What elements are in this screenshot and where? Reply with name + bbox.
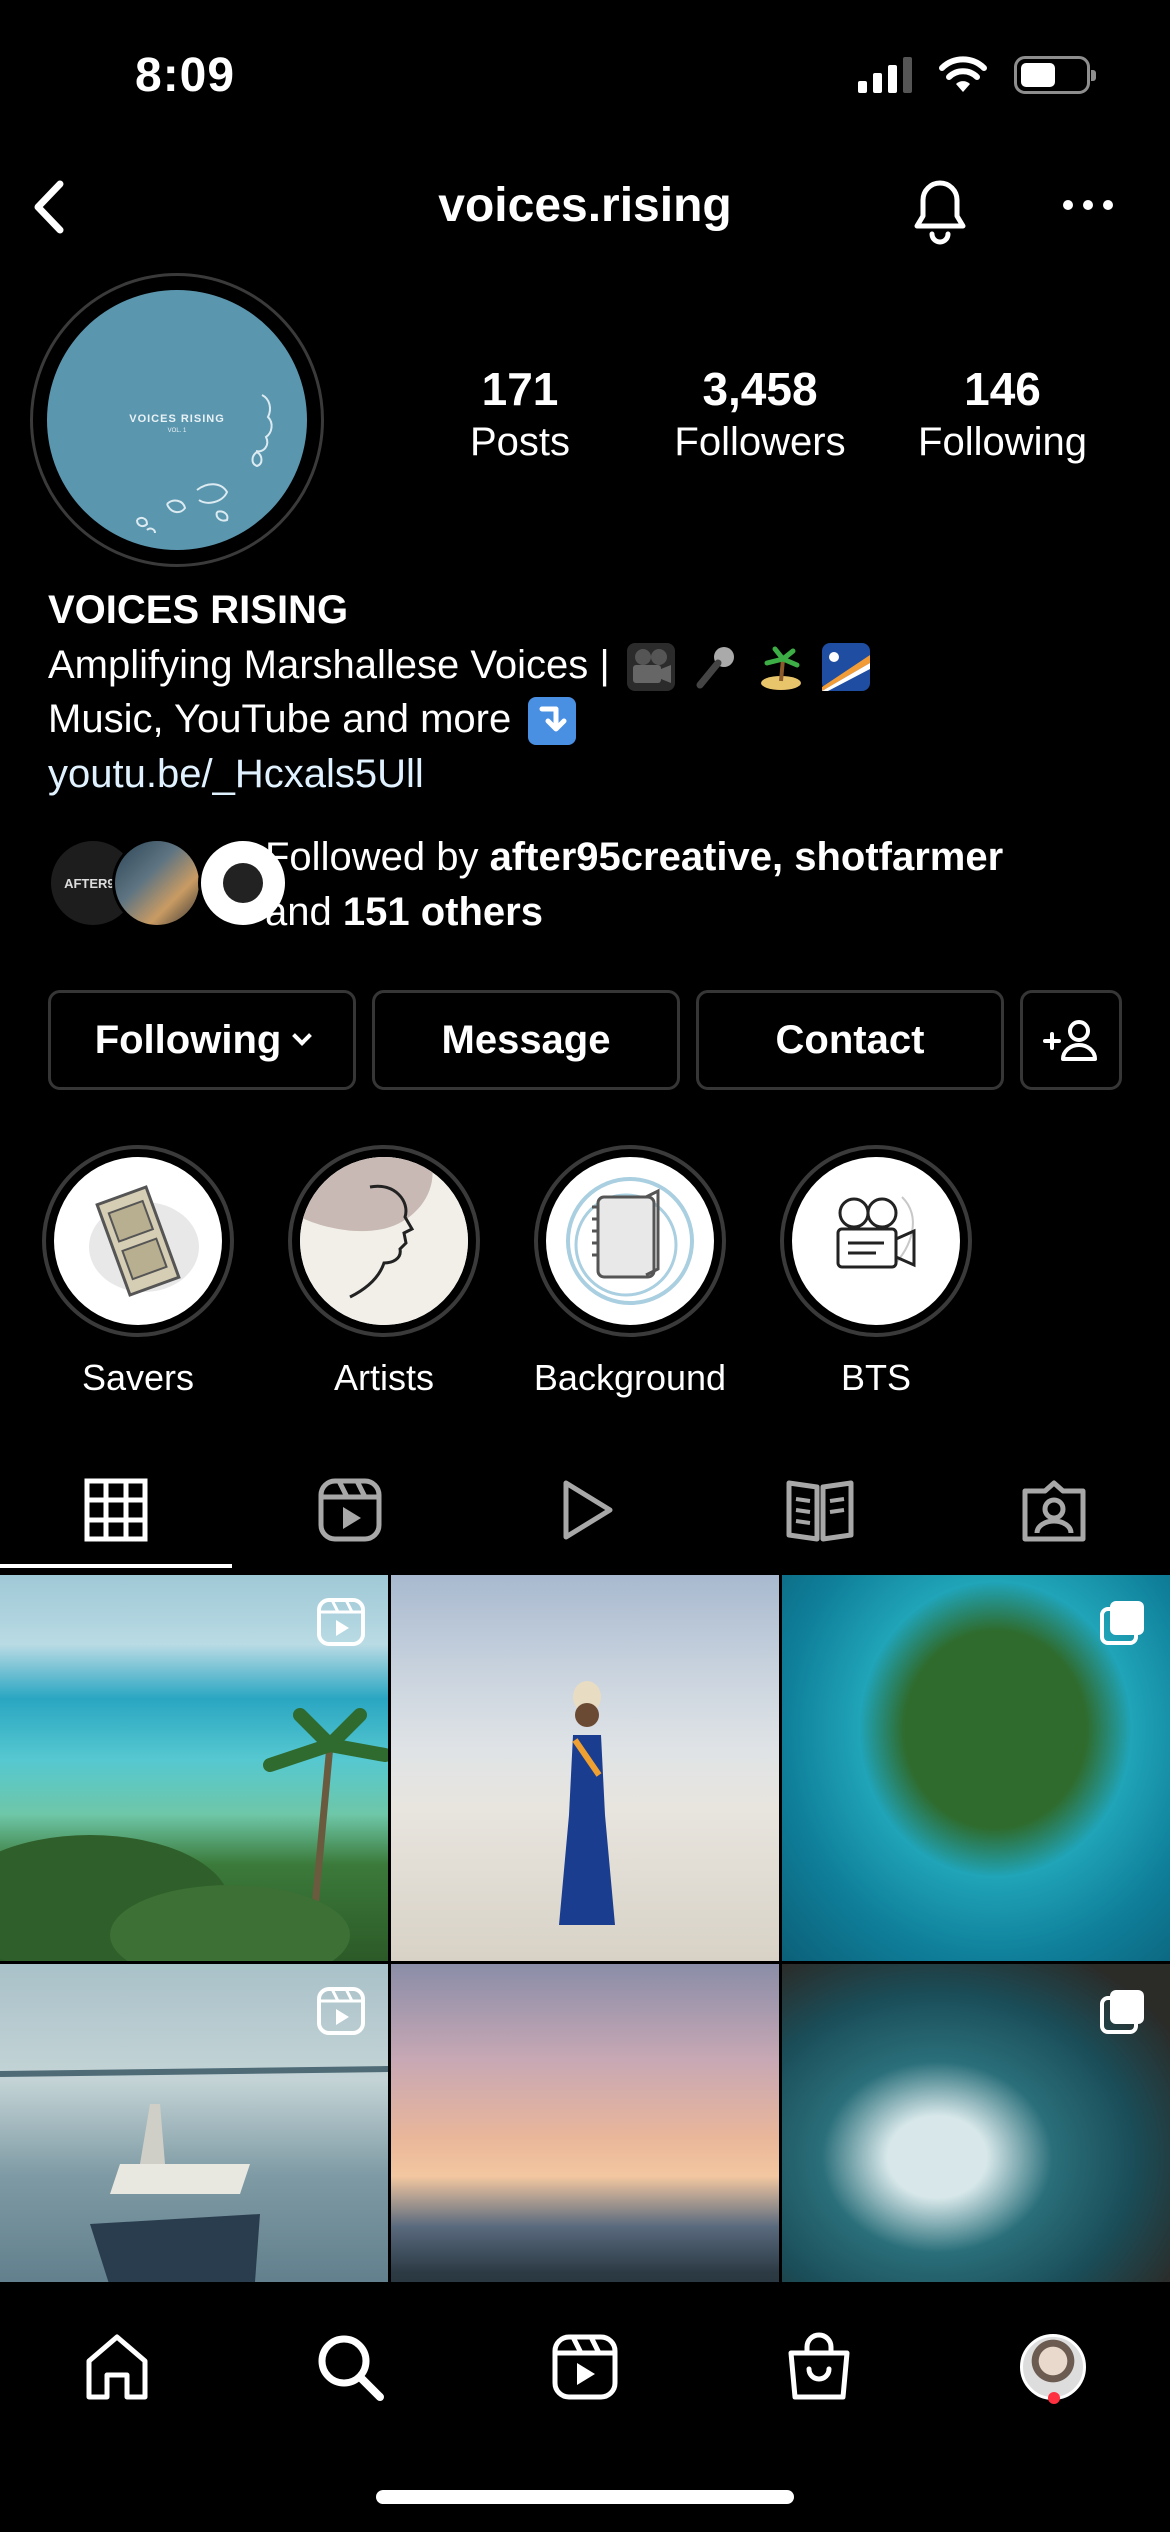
- message-button[interactable]: Message: [372, 990, 680, 1090]
- profile-avatar[interactable]: VOICES RISING VOL. 1: [30, 273, 324, 567]
- following-count-label: Following: [918, 420, 1087, 464]
- film-strip-icon: [54, 1157, 222, 1325]
- highlight-artists[interactable]: Artists: [288, 1145, 480, 1399]
- posts-count[interactable]: 171 Posts: [455, 362, 585, 465]
- bio-link[interactable]: youtu.be/_Hcxals5Ull: [48, 752, 424, 797]
- mutual-follower-avatar-2: [112, 838, 202, 928]
- following-count[interactable]: 146 Following: [905, 362, 1100, 465]
- bio-line-2: Music, YouTube and more: [48, 697, 577, 746]
- home-icon: [86, 2334, 148, 2400]
- notifications-bell-icon[interactable]: [905, 168, 975, 246]
- followed-by-others: 151 others: [342, 890, 543, 934]
- notification-dot: [1048, 2392, 1060, 2404]
- carousel-badge-icon: [1100, 1990, 1144, 2034]
- highlight-label: Artists: [333, 1357, 434, 1398]
- followed-by-text[interactable]: Followed by after95creative, shotfarmer …: [265, 830, 1125, 940]
- followers-count[interactable]: 3,458 Followers: [660, 362, 860, 465]
- tab-guides[interactable]: [760, 1470, 880, 1550]
- following-count-value: 146: [964, 363, 1041, 415]
- status-icons: [858, 56, 1096, 94]
- contact-button-label: Contact: [775, 1017, 925, 1062]
- notebook-icon: [546, 1157, 714, 1325]
- camera-icon: [792, 1157, 960, 1325]
- nav-reels[interactable]: [540, 2322, 630, 2412]
- posts-count-value: 171: [481, 363, 559, 415]
- arrow-down-emoji-icon: [528, 697, 577, 746]
- chevron-down-icon: [292, 1026, 313, 1046]
- nav-home[interactable]: [72, 2322, 162, 2412]
- followed-by-names: after95creative, shotfarmer: [489, 835, 1004, 879]
- more-options-icon[interactable]: [1058, 190, 1118, 220]
- highlight-label: Savers: [81, 1357, 195, 1398]
- microphone-emoji-icon: [692, 643, 740, 691]
- followers-count-value: 3,458: [702, 363, 818, 415]
- tab-tagged[interactable]: [994, 1470, 1114, 1550]
- highlight-label: Background: [533, 1357, 727, 1398]
- highlight-cover: [534, 1145, 726, 1337]
- bio-line-1: Amplifying Marshallese Voices |: [48, 643, 871, 692]
- followers-count-label: Followers: [674, 420, 846, 464]
- followed-by-prefix: Followed by: [265, 835, 490, 879]
- post-tile[interactable]: [782, 1575, 1170, 1961]
- profile-line-art-icon: [300, 1157, 468, 1325]
- message-button-label: Message: [441, 1017, 611, 1062]
- posts-grid: [0, 1575, 1170, 2350]
- followed-by-middle: and: [265, 890, 343, 934]
- contact-button[interactable]: Contact: [696, 990, 1004, 1090]
- guide-icon: [786, 1480, 854, 1542]
- active-tab-indicator: [0, 1564, 232, 1568]
- add-person-icon: [1043, 1020, 1097, 1061]
- cellular-signal-icon: [858, 57, 912, 93]
- reel-badge-icon: [317, 1598, 365, 1646]
- search-icon: [318, 2335, 384, 2401]
- highlight-bts[interactable]: BTS: [780, 1145, 972, 1399]
- desert-island-emoji-icon: [757, 643, 805, 691]
- bio-line-1-text: Amplifying Marshallese Voices |: [48, 643, 610, 687]
- highlight-label: BTS: [840, 1357, 911, 1398]
- reels-icon: [318, 1478, 382, 1542]
- bio-line-2-text: Music, YouTube and more: [48, 697, 512, 741]
- wifi-icon: [939, 56, 987, 92]
- tab-reels[interactable]: [290, 1470, 410, 1550]
- profile-avatar: [1020, 2334, 1086, 2400]
- carousel-badge-icon: [1100, 1601, 1144, 1645]
- home-indicator[interactable]: [376, 2490, 794, 2504]
- highlight-cover: [780, 1145, 972, 1337]
- tagged-icon: [1022, 1480, 1086, 1542]
- tab-videos[interactable]: [525, 1470, 645, 1550]
- post-tile[interactable]: [0, 1575, 388, 1961]
- posts-count-label: Posts: [469, 420, 571, 464]
- video-play-icon: [563, 1480, 613, 1540]
- following-button[interactable]: Following: [48, 990, 356, 1090]
- status-time: 8:09: [135, 49, 236, 102]
- profile-username: voices.rising: [438, 179, 732, 232]
- profile-display-name: VOICES RISING: [48, 588, 349, 632]
- following-button-label: Following: [94, 1017, 282, 1062]
- highlight-savers[interactable]: Savers: [42, 1145, 234, 1399]
- highlight-cover: [42, 1145, 234, 1337]
- tab-posts-grid[interactable]: [56, 1470, 176, 1550]
- reels-icon: [552, 2334, 618, 2400]
- profile-avatar-image: VOICES RISING VOL. 1: [47, 290, 307, 550]
- highlight-background[interactable]: Background: [534, 1145, 726, 1399]
- reel-badge-icon: [317, 1987, 365, 2035]
- post-tile[interactable]: [391, 1575, 779, 1961]
- battery-icon: [1014, 56, 1096, 94]
- nav-search[interactable]: [305, 2322, 395, 2412]
- marshall-islands-flag-icon: [822, 643, 871, 692]
- shop-icon: [788, 2332, 850, 2400]
- highlight-cover: [288, 1145, 480, 1337]
- movie-camera-emoji-icon: [626, 643, 675, 692]
- mutual-followers-avatars[interactable]: AFTER95: [48, 838, 288, 928]
- grid-icon: [84, 1478, 148, 1542]
- suggest-people-button[interactable]: [1020, 990, 1122, 1090]
- woman-on-beach-image: [559, 1681, 615, 1925]
- nav-shop[interactable]: [774, 2322, 864, 2412]
- islands-map-icon: [136, 394, 273, 534]
